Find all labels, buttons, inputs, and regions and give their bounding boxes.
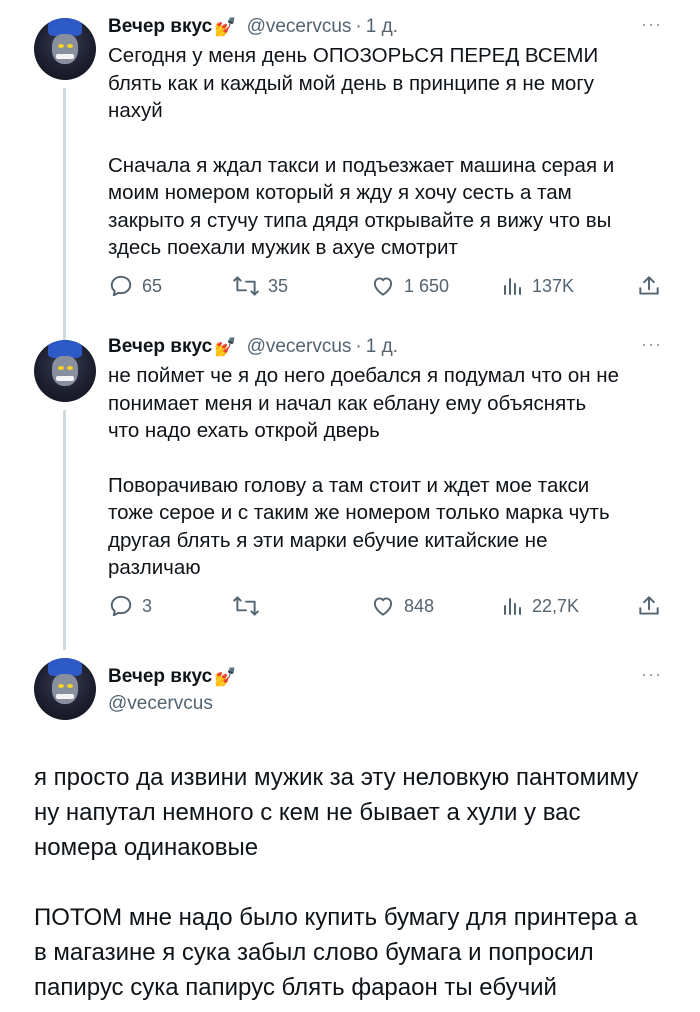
action-bar: 65 35 1 650 137K [108,272,668,300]
like-count: 1 650 [404,275,450,296]
views-button[interactable]: 22,7K [500,592,579,620]
heart-icon [373,277,393,296]
nail-polish-emoji-icon: 💅 [214,666,237,687]
nail-polish-emoji-icon: 💅 [214,336,237,357]
text-line: папирус сука папирус блять фараон ты ебу… [34,974,557,1001]
tweet-text: я просто да извини мужик за эту неловкую… [34,760,674,1005]
reply-button[interactable]: 65 [108,272,162,300]
more-dots-icon[interactable]: ··· [641,334,662,355]
like-button[interactable]: 1 650 [370,272,449,300]
share-icon [639,276,659,295]
text-line: здесь поехали мужик в ахуе смотрит [108,236,458,259]
like-button[interactable]: 848 [370,592,434,620]
share-button[interactable] [636,592,662,620]
text-line: блять как и каждый мой день в принципе я… [108,71,595,95]
text-line: другая блять я эти марки ебучие китайски… [108,528,548,552]
avatar[interactable] [34,658,96,720]
share-button[interactable] [636,272,662,300]
text-line: закрыто я стучу типа дядя открывайте я в… [108,208,612,232]
reply-count: 3 [142,595,153,616]
views-bar-chart-icon [504,598,521,615]
nail-polish-emoji-icon: 💅 [214,16,237,37]
text-line: не поймет че я до него доебался я подума… [108,364,620,387]
reply-count: 65 [142,275,163,296]
timestamp[interactable]: 1 д. [366,16,398,38]
author-handle[interactable]: @vecervcus [247,336,352,358]
text-line: я просто да извини мужик за эту неловкую… [34,764,639,791]
text-line: моим номером который я жду я хочу сесть … [108,181,572,204]
views-count: 137K [532,275,575,296]
avatar[interactable] [34,18,96,80]
action-bar: 3 848 22,7K [108,592,668,620]
text-line: что надо ехать открой дверь [108,419,380,442]
reply-icon [110,275,132,297]
reply-icon [110,595,132,617]
views-count: 22,7K [532,595,580,616]
repost-button[interactable]: 35 [232,272,288,300]
text-line: Поворачиваю голову а там стоит и ждет мо… [108,473,590,497]
more-dots-icon[interactable]: ··· [641,664,662,685]
thread-connector [63,320,66,340]
avatar[interactable] [34,340,96,402]
tweet-text: не поймет че я до него доебался я подума… [108,362,668,582]
tweet-3-focused[interactable]: Вечер вкус 💅 @vecervcus ··· я просто да … [0,650,700,1012]
text-line: Сначала я ждал такси и подъезжает машина… [108,153,615,177]
repost-count: 35 [268,275,289,296]
separator-dot: · [355,16,362,37]
text-line: в магазине я сука забыл слово бумага и п… [34,939,594,966]
timestamp[interactable]: 1 д. [366,336,398,358]
share-icon [639,596,659,615]
heart-icon [373,597,393,616]
tweet-1[interactable]: Вечер вкус 💅 @vecervcus · 1 д. ··· Сегод… [0,0,700,320]
text-line: ПОТОМ мне надо было купить бумагу для пр… [34,904,638,931]
reply-button[interactable]: 3 [108,592,152,620]
author-name[interactable]: Вечер вкус [108,336,212,358]
repost-button[interactable] [232,592,268,620]
views-button[interactable]: 137K [500,272,574,300]
repost-icon [233,596,259,616]
separator-dot: · [355,336,362,357]
author-name[interactable]: Вечер вкус [108,666,212,688]
text-line: различаю [108,556,201,579]
author-handle[interactable]: @vecervcus [247,16,352,38]
more-dots-icon[interactable]: ··· [641,14,662,35]
thread-connector [63,88,66,320]
tweet-header: Вечер вкус 💅 [108,664,247,690]
tweet-header: Вечер вкус 💅 @vecervcus · 1 д. [108,14,398,40]
repost-icon [233,276,259,296]
thread-connector [63,410,66,650]
views-bar-chart-icon [504,278,521,295]
text-line: ну напутал немного с кем не бывает а хул… [34,799,581,826]
text-line: Сегодня у меня день ОПОЗОРЬСЯ ПЕРЕД ВСЕМ… [108,44,599,67]
tweet-2[interactable]: Вечер вкус 💅 @vecervcus · 1 д. ··· не по… [0,320,700,660]
text-line: номера одинаковые [34,834,259,861]
text-line: понимает меня и начал как еблану ему объ… [108,391,587,415]
tweet-text: Сегодня у меня день ОПОЗОРЬСЯ ПЕРЕД ВСЕМ… [108,42,668,262]
author-name[interactable]: Вечер вкус [108,16,212,38]
author-handle-row: @vecervcus [108,692,213,716]
text-line: нахуй [108,99,163,122]
like-count: 848 [404,595,435,616]
tweet-header: Вечер вкус 💅 @vecervcus · 1 д. [108,334,398,360]
author-handle[interactable]: @vecervcus [108,693,213,715]
text-line: тоже серое и с таким же номером только м… [108,501,610,524]
